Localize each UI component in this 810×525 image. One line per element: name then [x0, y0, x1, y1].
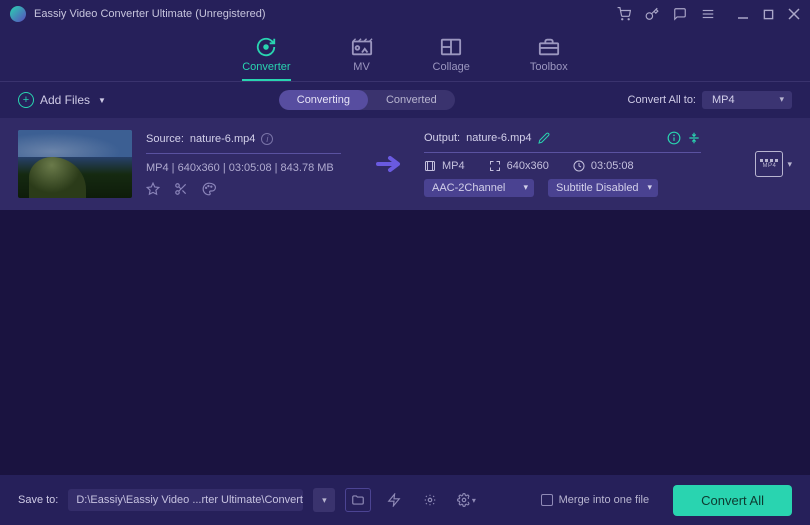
title-bar: Eassiy Video Converter Ultimate (Unregis…	[0, 0, 810, 28]
output-format-button[interactable]: MP4 ▾	[755, 151, 792, 177]
edit-icon[interactable]	[538, 132, 550, 144]
open-folder-icon[interactable]	[345, 488, 371, 512]
tab-collage[interactable]: Collage	[433, 37, 470, 81]
mv-icon	[351, 37, 373, 57]
segment-converting[interactable]: Converting	[279, 90, 368, 110]
info-icon[interactable]: i	[261, 133, 273, 145]
cart-icon[interactable]	[617, 7, 631, 21]
compress-icon[interactable]	[687, 131, 701, 145]
audio-select[interactable]: AAC-2Channel	[424, 179, 534, 197]
high-speed-icon[interactable]	[417, 488, 443, 512]
tab-converter[interactable]: Converter	[242, 37, 290, 81]
checkbox-icon	[541, 494, 553, 506]
maximize-icon[interactable]	[763, 9, 774, 20]
key-icon[interactable]	[645, 7, 659, 21]
tab-toolbox[interactable]: Toolbox	[530, 37, 568, 81]
save-to-label: Save to:	[18, 494, 58, 506]
tab-label: Converter	[242, 61, 290, 73]
minimize-icon[interactable]	[737, 8, 749, 20]
tab-mv[interactable]: MV	[351, 37, 373, 81]
source-filename: nature-6.mp4	[190, 133, 255, 145]
tab-label: Toolbox	[530, 61, 568, 73]
clock-icon	[573, 160, 585, 172]
tab-label: MV	[353, 61, 370, 73]
resolution-icon	[489, 160, 501, 172]
arrow-icon	[370, 155, 410, 173]
convert-all-button[interactable]: Convert All	[673, 485, 792, 516]
source-column: Source: nature-6.mp4 i MP4 | 640x360 | 0…	[146, 133, 356, 196]
output-column: Output: nature-6.mp4 MP4 640x360 03:05:0…	[424, 131, 701, 197]
output-duration: 03:05:08	[591, 160, 634, 172]
footer-bar: Save to: D:\Eassiy\Eassiy Video ...rter …	[0, 475, 810, 525]
chevron-down-icon: ▼	[98, 96, 106, 105]
add-files-label: Add Files	[40, 93, 90, 107]
add-files-button[interactable]: + Add Files ▼	[18, 92, 106, 108]
menu-icon[interactable]	[701, 7, 715, 21]
output-label: Output:	[424, 132, 460, 144]
info-circle-icon[interactable]	[667, 131, 681, 145]
convert-all-format: Convert All to: MP4	[628, 91, 792, 109]
status-segment: Converting Converted	[279, 90, 455, 110]
merge-label: Merge into one file	[559, 494, 650, 506]
sub-toolbar: + Add Files ▼ Converting Converted Conve…	[0, 82, 810, 118]
save-path-field[interactable]: D:\Eassiy\Eassiy Video ...rter Ultimate\…	[68, 489, 303, 511]
cut-icon[interactable]	[174, 182, 188, 196]
film-icon	[424, 160, 436, 172]
plus-icon: +	[18, 92, 34, 108]
settings-icon[interactable]: ▾	[453, 488, 479, 512]
main-tabs: Converter MV Collage Toolbox	[0, 28, 810, 82]
path-dropdown[interactable]: ▾	[313, 488, 335, 512]
format-select[interactable]: MP4	[702, 91, 792, 109]
feedback-icon[interactable]	[673, 7, 687, 21]
source-label: Source:	[146, 133, 184, 145]
tab-label: Collage	[433, 61, 470, 73]
star-icon[interactable]	[146, 182, 160, 196]
output-format: MP4	[442, 160, 465, 172]
window-title: Eassiy Video Converter Ultimate (Unregis…	[34, 8, 609, 20]
output-filename: nature-6.mp4	[466, 132, 531, 144]
hardware-accel-icon[interactable]	[381, 488, 407, 512]
video-thumbnail[interactable]	[18, 130, 132, 198]
segment-converted[interactable]: Converted	[368, 90, 455, 110]
toolbox-icon	[538, 37, 560, 57]
format-box-icon: MP4	[755, 151, 783, 177]
content-area	[0, 210, 810, 475]
divider	[424, 152, 701, 153]
convert-all-label: Convert All to:	[628, 94, 696, 106]
divider	[146, 153, 341, 154]
app-logo	[10, 6, 26, 22]
palette-icon[interactable]	[202, 182, 216, 196]
subtitle-select[interactable]: Subtitle Disabled	[548, 179, 658, 197]
converter-icon	[255, 37, 277, 57]
merge-checkbox[interactable]: Merge into one file	[541, 494, 650, 506]
file-row: Source: nature-6.mp4 i MP4 | 640x360 | 0…	[0, 118, 810, 210]
source-meta: MP4 | 640x360 | 03:05:08 | 843.78 MB	[146, 162, 356, 174]
chevron-down-icon: ▾	[787, 159, 792, 170]
output-resolution: 640x360	[507, 160, 549, 172]
collage-icon	[440, 37, 462, 57]
close-icon[interactable]	[788, 8, 800, 20]
